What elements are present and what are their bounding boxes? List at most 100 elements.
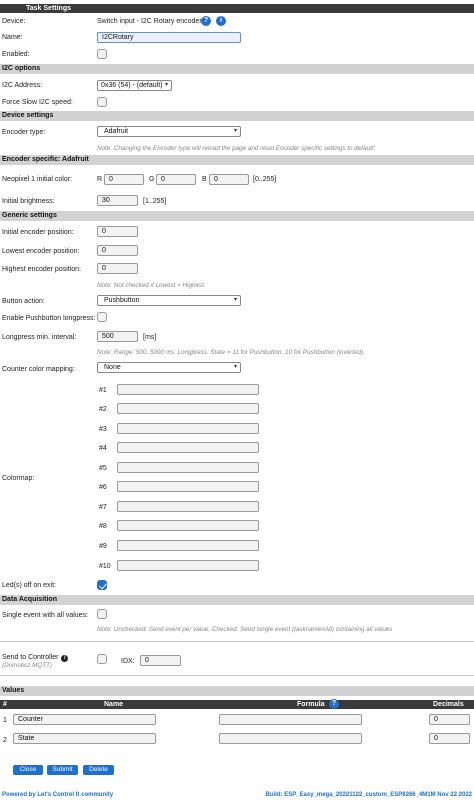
section-i2c-options: I2C options xyxy=(0,64,474,74)
colormap-input-9[interactable] xyxy=(117,540,259,551)
color-range-hint: [0..255] xyxy=(253,176,277,183)
i2c-address-label: I2C Address: xyxy=(2,82,43,89)
button-action-select[interactable]: Pushbutton ▾ xyxy=(97,295,241,306)
longpress-enable-checkbox[interactable] xyxy=(97,312,107,322)
section-data-acquisition: Data Acquisition xyxy=(0,595,474,605)
value-name-input[interactable]: State xyxy=(13,733,156,744)
longpress-enable-label: Enable Pushbutton longpress: xyxy=(2,315,96,322)
encoder-type-label: Encoder type: xyxy=(2,129,46,136)
submit-button[interactable]: Submit xyxy=(47,765,78,775)
single-event-checkbox[interactable] xyxy=(97,609,107,619)
colormap-input-3[interactable] xyxy=(117,423,259,434)
col-name: Name xyxy=(104,701,124,708)
colormap-index-10: #10 xyxy=(99,563,111,570)
leds-off-checkbox[interactable] xyxy=(97,580,107,590)
close-button[interactable]: Close xyxy=(13,765,43,775)
colormap-index-1: #1 xyxy=(99,387,107,394)
divider xyxy=(0,675,474,676)
colormap-input-6[interactable] xyxy=(117,481,259,492)
initial-brightness-input[interactable]: 30 xyxy=(97,195,138,206)
force-slow-i2c-label: Force Slow I2C speed: xyxy=(2,99,73,106)
b-input[interactable]: 0 xyxy=(209,174,249,185)
g-input[interactable]: 0 xyxy=(156,174,196,185)
info-icon[interactable]: i xyxy=(216,16,226,26)
longpress-unit: [ms] xyxy=(143,334,157,341)
device-label: Device: xyxy=(2,18,26,25)
task-settings-header: Task Settings xyxy=(0,4,474,13)
divider xyxy=(0,641,474,642)
colormap-index-9: #9 xyxy=(99,543,107,550)
g-label: G xyxy=(149,176,155,183)
longpress-note: Note: Range: 500..5000 ms. Longpress: St… xyxy=(97,349,365,356)
button-action-label: Button action: xyxy=(2,298,45,305)
lowest-position-input[interactable]: 0 xyxy=(97,245,138,256)
encoder-type-note: Note: Changing the Encoder type will rel… xyxy=(97,145,375,152)
initial-position-input[interactable]: 0 xyxy=(97,226,138,237)
col-decimals: Decimals xyxy=(433,701,464,708)
colormap-index-4: #4 xyxy=(99,445,107,452)
send-controller-sub: (Domoticz MQTT) xyxy=(2,662,53,669)
colormap-input-2[interactable] xyxy=(117,403,259,414)
section-encoder-specific: Encoder specific: Adafruit xyxy=(0,155,474,165)
colormap-input-1[interactable] xyxy=(117,384,259,395)
row-num: 1 xyxy=(3,717,7,724)
help-icon[interactable]: ? xyxy=(329,699,339,709)
value-decimals-input[interactable]: 0 xyxy=(429,714,470,725)
colormap-input-10[interactable] xyxy=(117,560,259,571)
send-controller-text: Send to Controller xyxy=(2,654,59,661)
counter-color-mapping-value: None xyxy=(104,364,121,371)
powered-by-link[interactable]: Powered by Let's Control It community xyxy=(2,791,113,799)
button-action-value: Pushbutton xyxy=(104,297,140,304)
initial-brightness-label: Initial brightness: xyxy=(2,198,55,205)
neopixel-color-label: Neopixel 1 initial color: xyxy=(2,176,73,183)
colormap-index-5: #5 xyxy=(99,465,107,472)
info-icon[interactable]: i xyxy=(61,655,69,662)
help-icon[interactable]: ? xyxy=(201,16,211,26)
brightness-range-hint: [1..255] xyxy=(143,198,167,205)
leds-off-label: Led(s) off on exit: xyxy=(2,582,56,589)
counter-color-mapping-select[interactable]: None ▾ xyxy=(97,362,241,373)
chevron-down-icon: ▾ xyxy=(164,82,168,88)
value-formula-input[interactable] xyxy=(219,714,362,725)
colormap-input-8[interactable] xyxy=(117,520,259,531)
delete-button[interactable]: Delete xyxy=(83,765,114,775)
col-num: # xyxy=(3,701,7,708)
counter-color-mapping-label: Counter color mapping: xyxy=(2,366,75,373)
chevron-down-icon: ▾ xyxy=(233,297,237,303)
colormap-index-7: #7 xyxy=(99,504,107,511)
colormap-input-4[interactable] xyxy=(117,442,259,453)
task-settings-title: Task Settings xyxy=(26,5,71,12)
force-slow-i2c-checkbox[interactable] xyxy=(97,97,107,107)
highest-position-input[interactable]: 0 xyxy=(97,263,138,274)
longpress-interval-input[interactable]: 500 xyxy=(97,331,138,342)
colormap-label: Colormap: xyxy=(2,475,35,482)
device-value: Switch input - I2C Rotary encoders xyxy=(97,18,206,25)
build-info: Build: ESP_Easy_mega_20221122_custom_ESP… xyxy=(265,792,472,798)
enabled-label: Enabled: xyxy=(2,51,30,58)
longpress-interval-label: Longpress min. interval: xyxy=(2,334,77,341)
name-input[interactable]: I2CRotary xyxy=(97,32,241,43)
r-label: R xyxy=(97,176,103,183)
highest-position-label: Highest encoder position: xyxy=(2,266,81,273)
lowest-position-label: Lowest encoder position: xyxy=(2,248,80,255)
idx-input[interactable]: 0 xyxy=(140,655,181,666)
name-label: Name: xyxy=(2,34,23,41)
send-controller-checkbox[interactable] xyxy=(97,654,107,664)
colormap-input-5[interactable] xyxy=(117,462,259,473)
colormap-input-7[interactable] xyxy=(117,501,259,512)
chevron-down-icon: ▾ xyxy=(233,364,237,370)
value-name-input[interactable]: Counter xyxy=(13,714,156,725)
colormap-index-6: #6 xyxy=(99,484,107,491)
encoder-type-select[interactable]: Adafruit ▾ xyxy=(97,126,241,137)
section-values: Values xyxy=(0,686,474,696)
chevron-down-icon: ▾ xyxy=(233,128,237,134)
value-formula-input[interactable] xyxy=(219,733,362,744)
single-event-note: Note: Unchecked: Send event per value. C… xyxy=(97,626,393,633)
section-generic-settings: Generic settings xyxy=(0,211,474,221)
b-label: B xyxy=(202,176,207,183)
enabled-checkbox[interactable] xyxy=(97,49,107,59)
r-input[interactable]: 0 xyxy=(104,174,144,185)
idx-label: IDX: xyxy=(121,658,135,665)
i2c-address-select[interactable]: 0x36 (54) - (default) ▾ xyxy=(97,80,172,91)
value-decimals-input[interactable]: 0 xyxy=(429,733,470,744)
